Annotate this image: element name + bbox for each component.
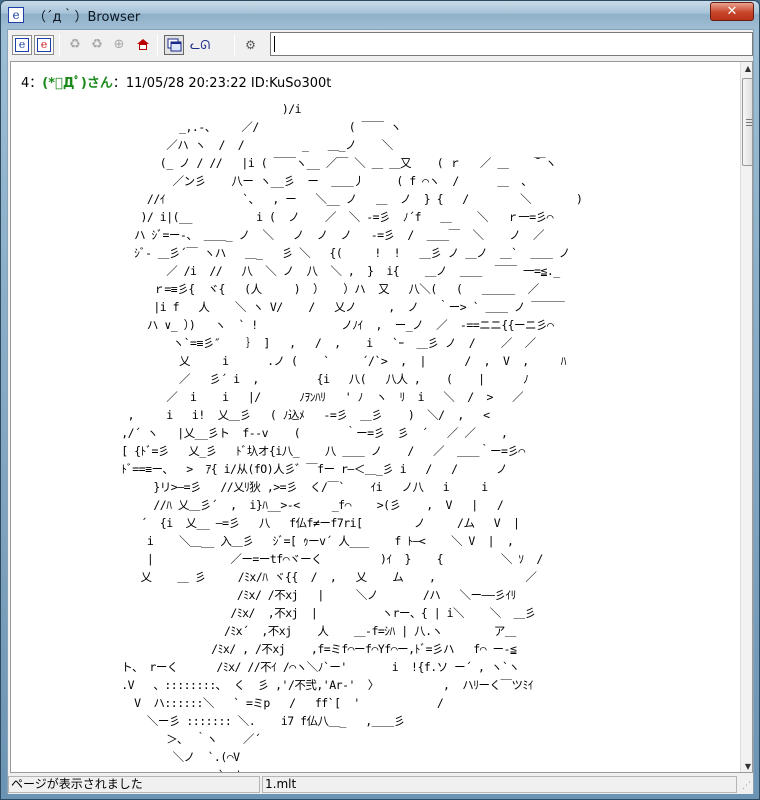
home-icon [137,39,149,50]
aa-cat-button[interactable]: ᓚᘏ [188,35,211,55]
stop-button[interactable]: ⊕ [108,35,128,55]
settings-button[interactable]: ⚙ [240,35,260,55]
refresh-icon: ♻ [69,37,81,52]
cat-face-icon: ᓚᘏ [190,38,211,52]
settings-icon: ⚙ [245,38,256,52]
grip-icon [746,119,752,126]
status-bar: ページが表示されました 1.mlt ⋰ [8,775,753,794]
thread-view[interactable]: 4：(*ﾟДﾟ)さん：11/05/28 20:23:22 ID:KuSo300t… [10,61,753,773]
status-message: ページが表示されました [8,776,260,793]
close-button[interactable]: ✕ [710,2,754,21]
resize-grip-icon[interactable]: ⋰ [739,780,751,792]
app-icon: e [8,7,24,23]
post-ascii-art: )/i _,.-、 ／/ ( ￣￣ ヽ ／ハ ヽ / / _ ＿_ノ ＼ (_ … [121,102,583,772]
post-header: 4：(*ﾟДﾟ)さん：11/05/28 20:23:22 ID:KuSo300t [21,72,331,91]
vertical-scrollbar[interactable]: ▲ ▼ [740,62,752,772]
window-title: （´д｀）Browser [33,10,141,25]
stop-icon: ⊕ [113,37,125,52]
e-icon: e [15,38,29,52]
toolbar-separator [59,34,60,56]
post-date-id: ：11/05/28 20:23:22 ID:KuSo300t [112,76,332,91]
scroll-thumb[interactable] [742,78,752,166]
refresh-button[interactable]: ♻ [64,35,84,55]
title-bar[interactable]: e （´д｀）Browser ✕ [1,1,759,28]
open-thread-button[interactable]: e [34,35,54,55]
scroll-down-arrow[interactable]: ▼ [741,760,752,772]
browser-window: e （´д｀）Browser ✕ e e ♻ ♻ ⊕ ᓚᘏ ⚙ 4：(*ﾟДﾟ)… [0,0,760,800]
window-list-button[interactable] [164,35,184,55]
windows-icon [167,38,182,52]
post-separator: ： [29,76,43,91]
e-red-icon: e [37,38,51,52]
toolbar-separator [157,34,158,56]
open-board-button[interactable]: e [12,35,32,55]
reload-icon: ♻ [91,37,103,52]
address-input[interactable] [270,32,753,56]
home-button[interactable] [132,35,152,55]
client-area: e e ♻ ♻ ⊕ ᓚᘏ ⚙ 4：(*ﾟДﾟ)さん：11/05/28 20:23… [7,29,754,794]
scroll-up-arrow[interactable]: ▲ [741,62,752,76]
text-caret [274,36,275,52]
status-file: 1.mlt [262,776,737,793]
post-author-name: (*ﾟДﾟ)さん [42,76,113,91]
reload-button[interactable]: ♻ [86,35,106,55]
toolbar: e e ♻ ♻ ⊕ ᓚᘏ ⚙ [8,30,753,60]
toolbar-separator [234,34,235,56]
